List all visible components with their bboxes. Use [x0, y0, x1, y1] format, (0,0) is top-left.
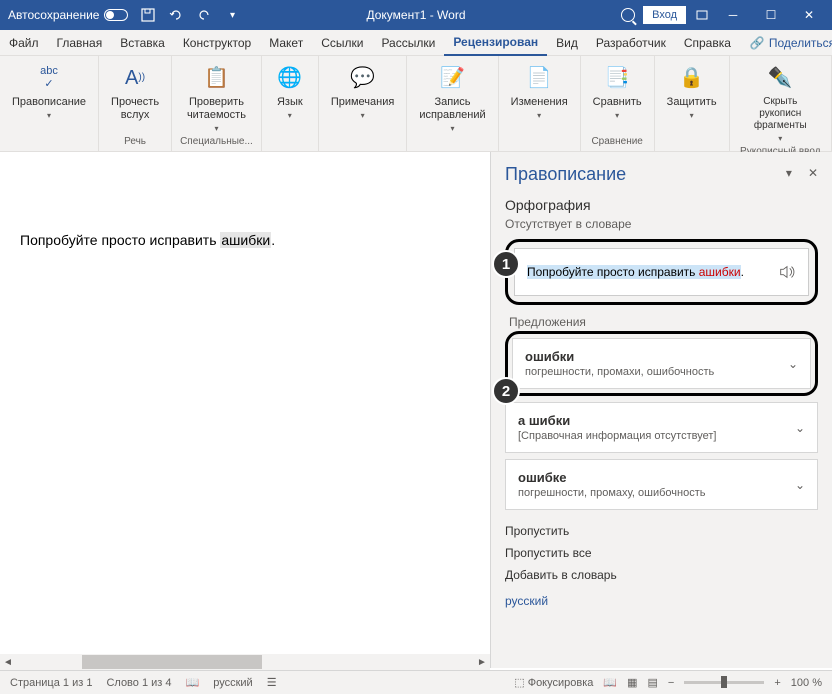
language-link[interactable]: русский [505, 594, 818, 608]
panel-options-icon[interactable]: ▾ [786, 166, 792, 180]
horizontal-scrollbar[interactable]: ◄ ► [0, 654, 490, 670]
tab-mailings[interactable]: Рассылки [372, 30, 444, 56]
comments-button[interactable]: 💬Примечания▾ [327, 60, 399, 123]
scrollbar-track[interactable] [32, 654, 458, 670]
redo-icon[interactable] [196, 7, 212, 23]
focus-mode-button[interactable]: ⬚ Фокусировка [514, 676, 593, 689]
zoom-out-button[interactable]: − [668, 677, 674, 689]
tab-review[interactable]: Рецензирован [444, 30, 547, 56]
comments-icon: 💬 [347, 62, 379, 94]
save-icon[interactable] [140, 7, 156, 23]
chevron-down-icon[interactable]: ⌄ [788, 357, 798, 371]
toggle-switch-icon[interactable] [104, 9, 128, 21]
close-button[interactable]: ✕ [794, 8, 824, 22]
not-in-dictionary-label: Отсутствует в словаре [505, 217, 818, 231]
document-area[interactable]: Попробуйте просто исправить ашибки. [0, 152, 490, 668]
tab-view[interactable]: Вид [547, 30, 587, 56]
zoom-slider[interactable] [684, 681, 764, 684]
accessibility-icon[interactable]: ☰ [267, 676, 277, 689]
share-icon: 🔗 [750, 36, 765, 50]
ribbon-tabs: Файл Главная Вставка Конструктор Макет С… [0, 30, 832, 56]
language-icon: 🌐 [274, 62, 306, 94]
word-count[interactable]: Слово 1 из 4 [106, 677, 171, 689]
language-button[interactable]: 🌐Язык▾ [270, 60, 310, 123]
callout-2: 2 ошибкипогрешности, промахи, ошибочност… [505, 331, 818, 396]
spelling-error-word[interactable]: ашибки [220, 232, 271, 248]
suggestion-item-2[interactable]: а шибки[Справочная информация отсутствуе… [505, 402, 818, 453]
scroll-right-icon[interactable]: ► [474, 657, 490, 668]
context-text: Попробуйте просто исправить ашибки. [527, 265, 744, 279]
skip-all-button[interactable]: Пропустить все [505, 546, 818, 560]
group-speech: Речь [124, 136, 146, 147]
scrollbar-thumb[interactable] [82, 655, 262, 669]
search-icon[interactable] [621, 8, 635, 22]
read-aloud-icon: A)) [119, 62, 151, 94]
track-changes-button[interactable]: 📝Запись исправлений▾ [415, 60, 489, 136]
web-layout-icon[interactable]: ▤ [648, 676, 658, 689]
tab-help[interactable]: Справка [675, 30, 740, 56]
lock-icon: 🔒 [676, 62, 708, 94]
add-to-dictionary-button[interactable]: Добавить в словарь [505, 568, 818, 582]
changes-icon: 📄 [523, 62, 555, 94]
compare-icon: 📑 [601, 62, 633, 94]
callout-1: 1 Попробуйте просто исправить ашибки. [505, 239, 818, 305]
customize-qat-icon[interactable]: ▾ [224, 7, 240, 23]
chevron-down-icon[interactable]: ⌄ [795, 478, 805, 492]
tab-layout[interactable]: Макет [260, 30, 312, 56]
document-text[interactable]: Попробуйте просто исправить ашибки. [20, 232, 470, 248]
suggestions-label: Предложения [509, 315, 818, 329]
group-compare: Сравнение [591, 136, 642, 147]
ribbon: abc✓Правописание▾ A))Прочесть вслух Речь… [0, 56, 832, 152]
ink-icon: ✒️ [764, 62, 796, 94]
login-button[interactable]: Вход [643, 6, 686, 24]
track-changes-icon: 📝 [436, 62, 468, 94]
undo-icon[interactable] [168, 7, 184, 23]
status-bar: Страница 1 из 1 Слово 1 из 4 📖 русский ☰… [0, 670, 832, 694]
share-button[interactable]: 🔗Поделиться [740, 36, 832, 50]
zoom-in-button[interactable]: + [774, 677, 780, 689]
check-type: Орфография [505, 197, 818, 213]
spelling-panel: Правописание ▾ ✕ Орфография Отсутствует … [490, 152, 832, 668]
proofing-icon[interactable]: 📖 [186, 676, 200, 689]
hide-ink-button[interactable]: ✒️Скрыть рукописн фрагменты▾ [738, 60, 823, 146]
skip-button[interactable]: Пропустить [505, 524, 818, 538]
suggestion-item-3[interactable]: ошибкепогрешности, промаху, ошибочность … [505, 459, 818, 510]
compare-button[interactable]: 📑Сравнить▾ [589, 60, 646, 123]
readability-icon: 📋 [200, 62, 232, 94]
scroll-left-icon[interactable]: ◄ [0, 657, 16, 668]
tab-developer[interactable]: Разработчик [587, 30, 675, 56]
abc-check-icon: abc✓ [33, 62, 65, 94]
autosave-toggle[interactable]: Автосохранение [8, 8, 128, 22]
panel-title: Правописание [505, 164, 818, 185]
panel-close-icon[interactable]: ✕ [808, 166, 818, 180]
tab-references[interactable]: Ссылки [312, 30, 372, 56]
spelling-button[interactable]: abc✓Правописание▾ [8, 60, 90, 123]
read-aloud-button[interactable]: A))Прочесть вслух [107, 60, 163, 124]
readability-button[interactable]: 📋Проверить читаемость▾ [183, 60, 250, 136]
page-indicator[interactable]: Страница 1 из 1 [10, 677, 92, 689]
read-mode-icon[interactable]: 📖 [603, 676, 617, 689]
status-language[interactable]: русский [213, 677, 252, 689]
ribbon-options-icon[interactable] [694, 7, 710, 23]
print-layout-icon[interactable]: ▦ [627, 676, 637, 689]
autosave-label: Автосохранение [8, 8, 99, 22]
group-special: Специальные... [180, 136, 253, 147]
suggestion-item-1[interactable]: ошибкипогрешности, промахи, ошибочность … [512, 338, 811, 389]
tab-insert[interactable]: Вставка [111, 30, 174, 56]
minimize-button[interactable]: ─ [718, 8, 748, 22]
chevron-down-icon[interactable]: ⌄ [795, 421, 805, 435]
context-sentence-box: Попробуйте просто исправить ашибки. [514, 248, 809, 296]
document-title: Документ1 - Word [366, 8, 465, 22]
zoom-level[interactable]: 100 % [791, 677, 822, 689]
tab-file[interactable]: Файл [0, 30, 48, 56]
changes-button[interactable]: 📄Изменения▾ [507, 60, 572, 123]
tab-design[interactable]: Конструктор [174, 30, 260, 56]
maximize-button[interactable]: ☐ [756, 8, 786, 22]
title-bar: Автосохранение ▾ Документ1 - Word Вход ─… [0, 0, 832, 30]
speaker-icon[interactable] [778, 263, 796, 281]
protect-button[interactable]: 🔒Защитить▾ [663, 60, 721, 123]
callout-badge-1: 1 [492, 250, 520, 278]
tab-home[interactable]: Главная [48, 30, 112, 56]
callout-badge-2: 2 [492, 377, 520, 405]
